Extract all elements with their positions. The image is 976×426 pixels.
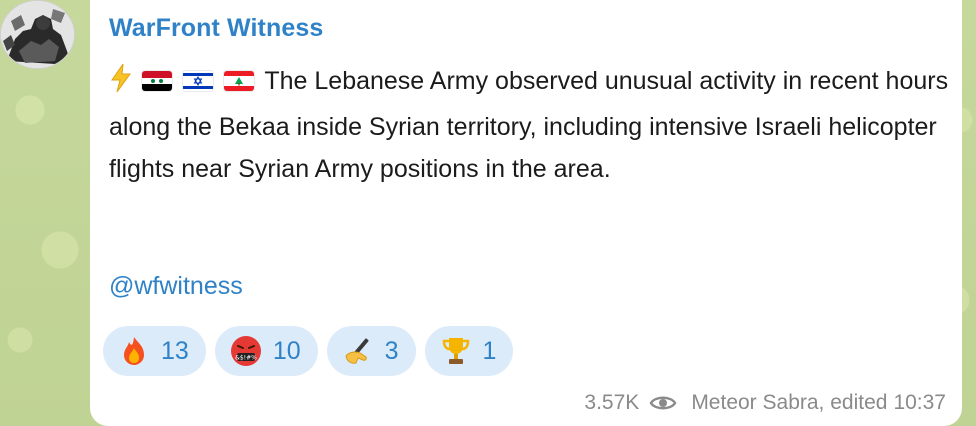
svg-text:&$!#%: &$!#%	[235, 355, 257, 362]
channel-handle-link[interactable]: @wfwitness	[109, 272, 243, 301]
reaction-fire[interactable]: 13	[103, 326, 206, 376]
message-meta: 3.57K Meteor Sabra, edited 10:37	[584, 391, 946, 415]
channel-name[interactable]: WarFront Witness	[109, 14, 323, 43]
soldier-avatar-icon	[1, 1, 74, 68]
views-count: 3.57K	[584, 391, 640, 414]
reaction-count: 10	[272, 336, 301, 365]
reaction-cursing-face[interactable]: &$!#% 10	[214, 326, 318, 376]
writing-hand-icon	[341, 334, 375, 368]
reaction-count: 13	[161, 336, 189, 365]
channel-avatar[interactable]	[0, 0, 75, 69]
fire-icon	[117, 334, 151, 368]
reactions-bar: 13 &$!#% 10 3 1	[103, 326, 514, 376]
syria-flag-icon	[141, 71, 172, 91]
message-bubble: WarFront Witness The Lebanese Army obser…	[90, 0, 962, 426]
reaction-count: 1	[482, 336, 497, 365]
cursing-face-icon: &$!#%	[229, 334, 263, 368]
lightning-icon	[109, 63, 133, 106]
post-time: 10:37	[893, 391, 946, 414]
lebanon-flag-icon	[223, 71, 254, 91]
reaction-trophy[interactable]: 1	[424, 326, 514, 376]
trophy-icon	[439, 334, 473, 368]
message-text-block: The Lebanese Army observed unusual activ…	[109, 60, 949, 190]
israel-flag-icon	[182, 71, 213, 91]
reaction-count: 3	[384, 336, 399, 365]
post-author: Meteor Sabra, edited	[691, 391, 888, 414]
reaction-writing-hand[interactable]: 3	[326, 326, 416, 376]
eye-icon	[649, 393, 677, 413]
